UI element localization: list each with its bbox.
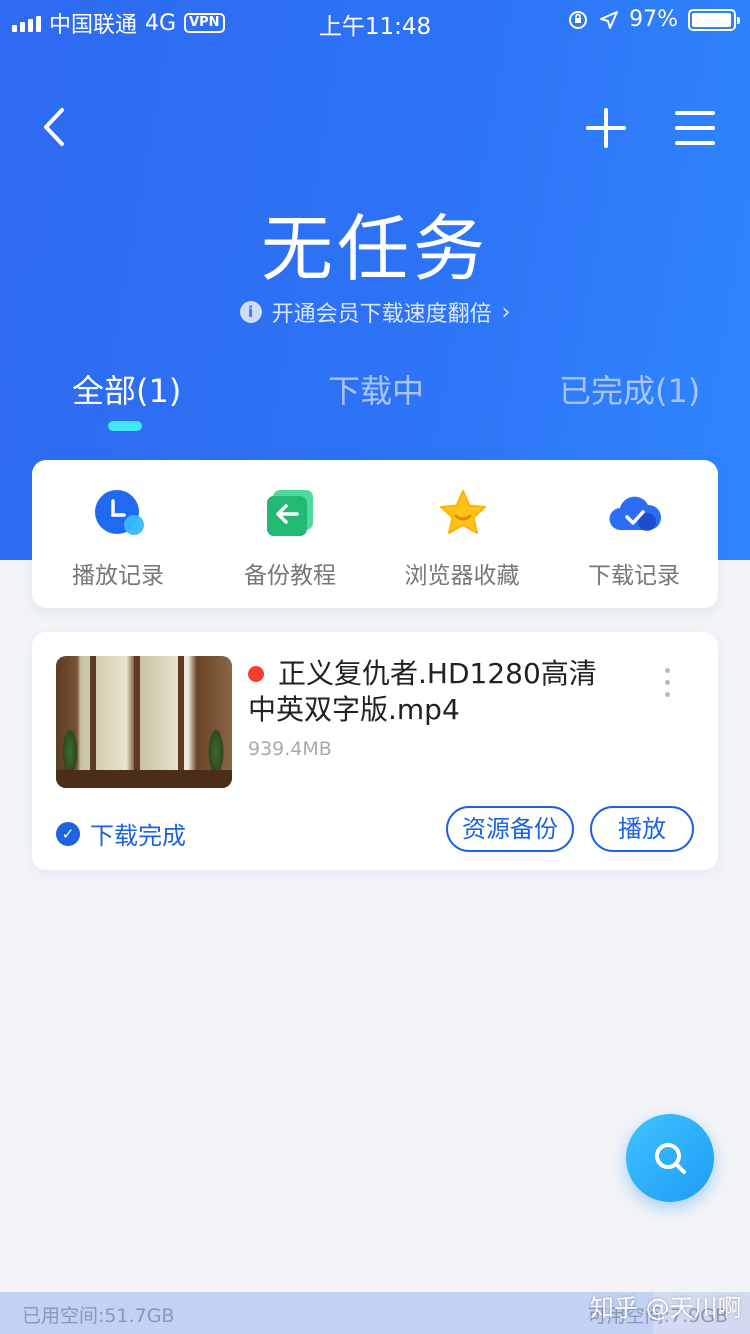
page-title: 无任务 <box>260 207 489 291</box>
resource-backup-button[interactable]: 资源备份 <box>446 806 574 852</box>
battery-level <box>692 12 731 27</box>
shortcut-browser-favorites[interactable]: 浏览器收藏 <box>376 460 548 608</box>
menu-icon[interactable] <box>674 108 716 148</box>
check-circle-icon: ✓ <box>56 821 80 846</box>
location-icon <box>600 10 619 29</box>
tab-all[interactable]: 全部(1) <box>72 366 181 412</box>
download-task-card[interactable]: 正义复仇者.HD1280高清中英双字版.mp4 939.4MB ✓ 下载完成 资… <box>32 632 718 870</box>
file-size: 939.4MB <box>248 738 332 760</box>
battery-percent: 97% <box>629 7 678 32</box>
shortcut-label: 播放记录 <box>72 563 164 589</box>
battery-icon <box>688 8 740 31</box>
shortcut-label: 下载记录 <box>588 563 680 589</box>
clock-icon <box>95 490 144 535</box>
search-button[interactable] <box>626 1114 714 1202</box>
more-options-icon[interactable] <box>662 668 672 702</box>
tab-downloading[interactable]: 下载中 <box>328 366 424 412</box>
play-button[interactable]: 播放 <box>590 806 694 852</box>
download-status: ✓ 下载完成 <box>56 816 186 851</box>
chevron-right-icon: › <box>501 299 511 325</box>
info-icon: i <box>239 301 262 323</box>
rotation-lock-icon <box>569 10 588 29</box>
status-text: 下载完成 <box>90 822 186 850</box>
shortcut-card: 播放记录 备份教程 浏览器收藏 下载记录 <box>32 460 718 608</box>
vip-promo-text: 开通会员下载速度翻倍 <box>271 302 492 327</box>
backup-icon <box>267 490 313 536</box>
search-icon <box>655 1143 686 1174</box>
back-icon[interactable] <box>36 104 76 150</box>
tab-completed[interactable]: 已完成(1) <box>559 366 700 412</box>
status-right: 97% <box>567 7 740 32</box>
status-bar: 中国联通 4G VPN 上午11:48 97% <box>0 0 750 40</box>
shortcut-label: 浏览器收藏 <box>404 563 520 589</box>
watermark: 知乎 @天川啊 <box>590 1294 742 1322</box>
storage-used-label: 已用空间:51.7GB <box>22 1305 175 1327</box>
video-thumbnail[interactable] <box>56 656 232 788</box>
tab-indicator <box>108 421 142 431</box>
star-icon <box>440 490 486 534</box>
vip-promo-link[interactable]: i 开通会员下载速度翻倍 › <box>0 296 750 328</box>
file-name: 正义复仇者.HD1280高清中英双字版.mp4 <box>248 657 597 726</box>
shortcut-backup-tutorial[interactable]: 备份教程 <box>204 460 376 608</box>
cloud-check-icon <box>609 496 661 531</box>
shortcut-play-history[interactable]: 播放记录 <box>32 460 204 608</box>
add-icon[interactable] <box>584 106 628 150</box>
shortcut-label: 备份教程 <box>244 563 336 589</box>
shortcut-download-history[interactable]: 下载记录 <box>548 460 720 608</box>
